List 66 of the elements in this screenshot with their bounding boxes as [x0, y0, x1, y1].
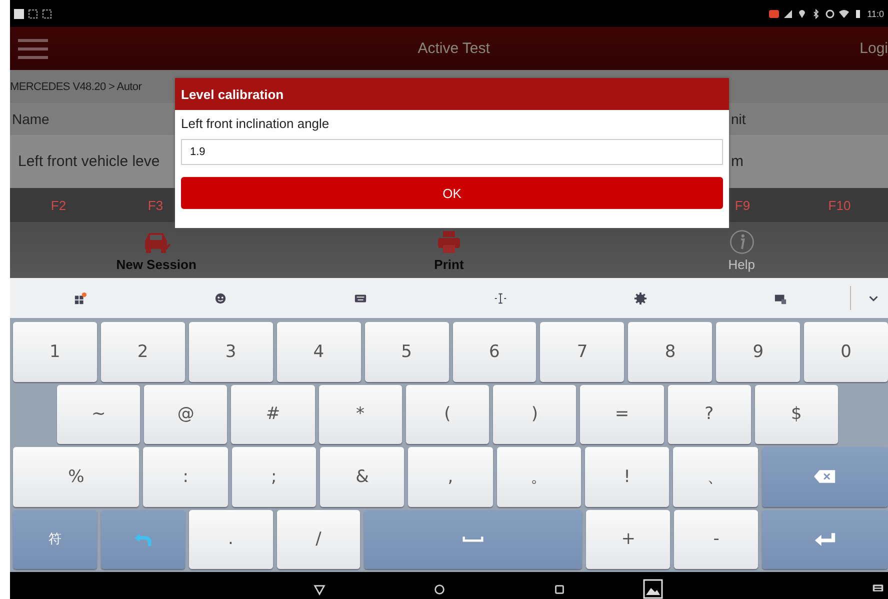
- enter-icon: [814, 532, 836, 547]
- keyboard-key[interactable]: &: [320, 447, 404, 506]
- keyboard-key[interactable]: 3: [188, 322, 273, 382]
- keyboard-key[interactable]: ~: [57, 384, 140, 444]
- keyboard-key[interactable]: 2: [100, 322, 185, 382]
- breadcrumb: MERCEDES V48.20 > Autor: [10, 80, 142, 92]
- keyboard-key[interactable]: 8: [628, 322, 712, 382]
- keyboard-key[interactable]: %: [13, 447, 140, 506]
- cursor-icon[interactable]: [494, 292, 506, 304]
- signal-icon: [783, 8, 794, 18]
- input-field[interactable]: 1.9: [181, 139, 723, 165]
- keyboard-key[interactable]: =: [580, 384, 664, 444]
- keyboard-key[interactable]: ,: [408, 447, 493, 506]
- backspace-key[interactable]: [762, 447, 888, 506]
- keyboard-key[interactable]: *: [318, 384, 402, 444]
- app-icon: [769, 8, 780, 18]
- keyboard-key[interactable]: 6: [452, 322, 536, 382]
- bluetooth-icon: [811, 8, 822, 18]
- emoji-icon[interactable]: [214, 292, 226, 304]
- keyboard-key[interactable]: !: [584, 447, 670, 506]
- keyboard-key[interactable]: #: [231, 384, 315, 444]
- home-icon[interactable]: [433, 582, 446, 596]
- keyboard-key[interactable]: $: [754, 384, 838, 444]
- keyboard-key[interactable]: (: [406, 384, 490, 444]
- keyboard-key[interactable]: 5: [364, 322, 448, 382]
- back-icon[interactable]: [313, 582, 326, 596]
- keyboard-key[interactable]: @: [144, 384, 228, 444]
- field-label: Left front inclination angle: [181, 116, 330, 131]
- keyboard-key[interactable]: ): [493, 384, 576, 444]
- keyboard-key[interactable]: 、: [673, 447, 758, 506]
- backspace-icon: [814, 469, 836, 484]
- keyboard-key[interactable]: 1: [13, 322, 97, 382]
- settings-icon[interactable]: [634, 292, 646, 304]
- keyboard-key[interactable]: 0: [804, 322, 888, 382]
- location-icon: [797, 8, 808, 18]
- login-link[interactable]: Logi: [860, 40, 888, 57]
- keyboard-key[interactable]: -: [674, 510, 758, 569]
- notification-icon: [14, 8, 24, 18]
- menu-icon[interactable]: [18, 38, 48, 60]
- gallery-icon[interactable]: [643, 579, 663, 599]
- toolbar-label: Print: [434, 256, 464, 272]
- table-cell: m: [731, 153, 744, 170]
- keyboard-key[interactable]: :: [143, 447, 228, 506]
- apps-icon[interactable]: [74, 292, 86, 304]
- dialog-title: Level calibration: [175, 78, 729, 110]
- keyboard-key[interactable]: 7: [540, 322, 624, 382]
- screen-title: Active Test: [418, 40, 490, 57]
- keyboard-key[interactable]: ?: [668, 384, 751, 444]
- keyboard-key[interactable]: ;: [232, 447, 316, 506]
- clock: 11:0: [867, 8, 884, 18]
- toolbar-label: New Session: [116, 256, 196, 272]
- keyboard-key[interactable]: 。: [496, 447, 581, 506]
- table-cell: Left front vehicle leve: [18, 153, 160, 170]
- keyboard-key[interactable]: 4: [276, 322, 361, 382]
- keyboard-icon[interactable]: [872, 582, 884, 594]
- column-header: nit: [731, 111, 746, 127]
- wifi-icon: [839, 8, 850, 18]
- keyboard-key[interactable]: +: [586, 510, 670, 569]
- keyboard-key[interactable]: .: [188, 510, 273, 569]
- column-header: Name: [12, 111, 50, 127]
- keyboard-key[interactable]: /: [276, 510, 360, 569]
- keyboard-key[interactable]: 9: [716, 322, 800, 382]
- recents-icon[interactable]: [553, 582, 566, 596]
- toolbar-label: Help: [728, 256, 756, 272]
- ok-button[interactable]: OK: [181, 177, 723, 209]
- sync-icon: [825, 8, 836, 18]
